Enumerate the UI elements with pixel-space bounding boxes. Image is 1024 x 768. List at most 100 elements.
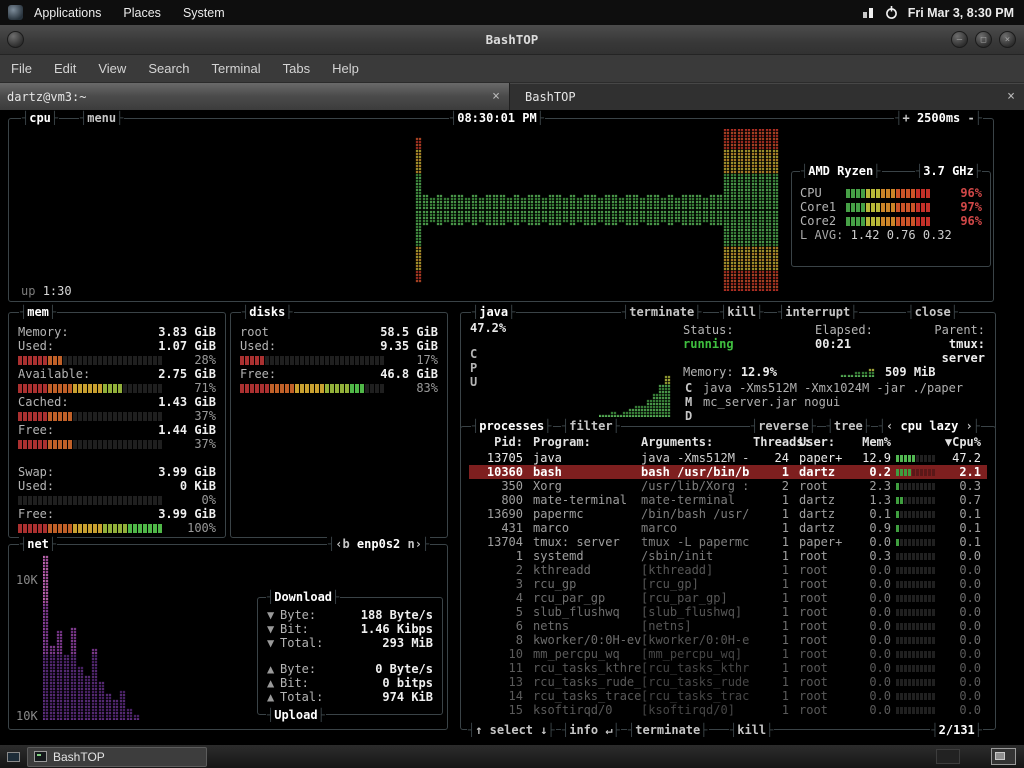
menu-view[interactable]: View [87,55,137,82]
process-row[interactable]: 11 rcu_tasks_kthre [rcu_tasks_kthr 1 root 0.0… [469,661,987,675]
workspace-2[interactable] [936,749,960,764]
upload-title: Upload [266,708,326,722]
menu-search[interactable]: Search [137,55,200,82]
processes-box: processes filter reverse tree ‹ cpu lazy… [460,419,996,737]
meter-block [63,355,67,365]
meter-block [63,439,67,449]
tab-bashtop[interactable]: BashTOP × [510,83,1024,110]
menu-help[interactable]: Help [321,55,370,82]
close-button[interactable]: × [999,31,1016,48]
col-pid[interactable]: Pid: [469,435,523,449]
show-desktop-button[interactable] [2,746,24,767]
maximize-button[interactable]: □ [975,31,992,48]
interval-decrease-button[interactable]: - [968,111,975,125]
tree-button[interactable]: tree [825,419,871,433]
meter-block [290,383,294,393]
process-row[interactable]: 8 kworker/0:0H-ev [kworker/0:0H-e 1 root 0.0 0… [469,633,987,647]
sort-prev-button[interactable]: ‹ [886,419,893,433]
meter-block [138,523,142,533]
meter-block [18,411,22,421]
meter-block [128,383,132,393]
col-mem[interactable]: Mem% [855,435,891,449]
task-button-bashtop[interactable]: BashTOP [27,746,207,767]
network-stats-box: Download Upload ▼Byte:188 Byte/s▼Bit:1.4… [257,590,443,722]
menu-button[interactable]: menu [79,111,125,125]
cpu-summary-box: AMD Ryzen 3.7 GHz CPU96%Core197%Core296%… [791,164,991,267]
workspace-switcher[interactable] [991,748,1016,765]
mem-stat-row: Used: 1.07 GiB [18,339,216,353]
detail-memory-row: Memory: 12.9% 509 MiB [683,365,985,379]
process-row[interactable]: 14 rcu_tasks_trace [rcu_tasks_trac 1 root 0.0… [469,689,987,703]
window-controls: – □ × [951,31,1024,48]
kill-button[interactable]: kill [719,305,765,319]
clock[interactable]: Fri Mar 3, 8:30 PM [908,6,1014,20]
process-row[interactable]: 15 ksoftirqd/0 [ksoftirqd/0] 1 root 0.0 0.0 [469,703,987,717]
menu-file[interactable]: File [0,55,43,82]
col-cpu[interactable]: ▼Cpu% [937,435,981,449]
process-row[interactable]: 5 slub_flushwq [slub_flushwq] 1 root 0.0 0.0 [469,605,987,619]
process-row[interactable]: 13705 java java -Xms512M -24 paper+ 12.9 47.2 [469,451,987,465]
tab-close-icon[interactable]: × [483,89,509,104]
process-row[interactable]: 1 systemd/sbin/init 1 root 0.3 0.0 [469,549,987,563]
process-row[interactable]: 800 mate-terminal mate-terminal 1 dartz 1.3 0.… [469,493,987,507]
select-buttons[interactable]: ↑ select ↓ [467,723,556,737]
interface-next-button[interactable]: n› [408,537,422,551]
process-row[interactable]: 13704 tmux: server tmux -L papermc 1 paper+ 0… [469,535,987,549]
sort-next-button[interactable]: › [966,419,973,433]
network-icon[interactable] [862,6,875,19]
meter-block [846,202,850,212]
meter-block [73,439,77,449]
terminate-button-footer[interactable]: terminate [627,723,709,737]
menu-edit[interactable]: Edit [43,55,87,82]
tab-close-icon[interactable]: × [998,89,1024,104]
panel-menu-applications[interactable]: Applications [23,0,112,25]
close-detail-button[interactable]: close [906,305,959,319]
process-row[interactable]: 431 marco marco 1 dartz 0.9 0.1 [469,521,987,535]
process-row[interactable]: 350 Xorg/usr/lib/Xorg :2 root 2.3 0.3 [469,479,987,493]
interface-prev-button[interactable]: ‹b [335,537,349,551]
panel-menu-places[interactable]: Places [112,0,172,25]
meter-block [23,523,27,533]
detail-cpu-percent: 47.2% [470,321,507,335]
minimize-button[interactable]: – [951,31,968,48]
meter-block [280,355,284,365]
meter-block [108,523,112,533]
process-row[interactable]: 10 mm_percpu_wq [mm_percpu_wq] 1 root 0.0 0.0 [469,647,987,661]
terminate-button[interactable]: terminate [621,305,703,319]
filter-button[interactable]: filter [561,419,621,433]
interval-increase-button[interactable]: + [902,111,909,125]
col-threads[interactable]: Threads: [753,435,811,449]
power-icon[interactable] [884,5,899,20]
menu-terminal[interactable]: Terminal [201,55,272,82]
meter-block [103,495,107,505]
meter-block [148,523,152,533]
meter-block [128,439,132,449]
menu-tabs[interactable]: Tabs [272,55,321,82]
panel-menus: Applications Places System [23,0,236,25]
panel-menu-system[interactable]: System [172,0,236,25]
meter-block [73,383,77,393]
process-row[interactable]: 6 netns [netns] 1 root 0.0 0.0 [469,619,987,633]
cpu-box: cpu menu 08:30:01 PM + 2500ms - AMD Ryze… [8,111,994,302]
info-button[interactable]: info ↵ [561,723,621,737]
terminal-menubar: File Edit View Search Terminal Tabs Help [0,55,1024,83]
reverse-button[interactable]: reverse [749,419,817,433]
process-row[interactable]: 13690 papermc/bin/bash /usr/1 dartz 0.1 0.1 [469,507,987,521]
tab-shell[interactable]: dartz@vm3:~ × [0,83,510,110]
net-stat-row: ▼ Bit: 1.46 Kibps [267,622,433,636]
disks-box: disks root58.5 GiBUsed:9.35 GiB17%Free:4… [230,305,448,538]
col-arguments[interactable]: Arguments: [641,435,753,449]
interrupt-button[interactable]: interrupt [777,305,859,319]
cpu-box-title: cpu [21,111,60,125]
col-user[interactable]: User: [799,435,855,449]
meter-block [886,202,890,212]
net-stat-row: ▲ Total: 974 KiB [267,690,433,704]
window-menu-button[interactable] [7,31,24,48]
process-row[interactable]: 4 rcu_par_gp [rcu_par_gp] 1 root 0.0 0.0 [469,591,987,605]
process-row[interactable]: 2 kthreadd [kthreadd] 1 root 0.0 0.0 [469,563,987,577]
process-row[interactable]: 13 rcu_tasks_rude_ [rcu_tasks_rude 1 root 0.0… [469,675,987,689]
process-row[interactable]: 3 rcu_gp [rcu_gp] 1 root 0.0 0.0 [469,577,987,591]
kill-button-footer[interactable]: kill [729,723,775,737]
process-row[interactable]: 10360 bash bash /usr/bin/b 1 dartz 0.2 2.1 [469,465,987,479]
col-program[interactable]: Program: [533,435,641,449]
